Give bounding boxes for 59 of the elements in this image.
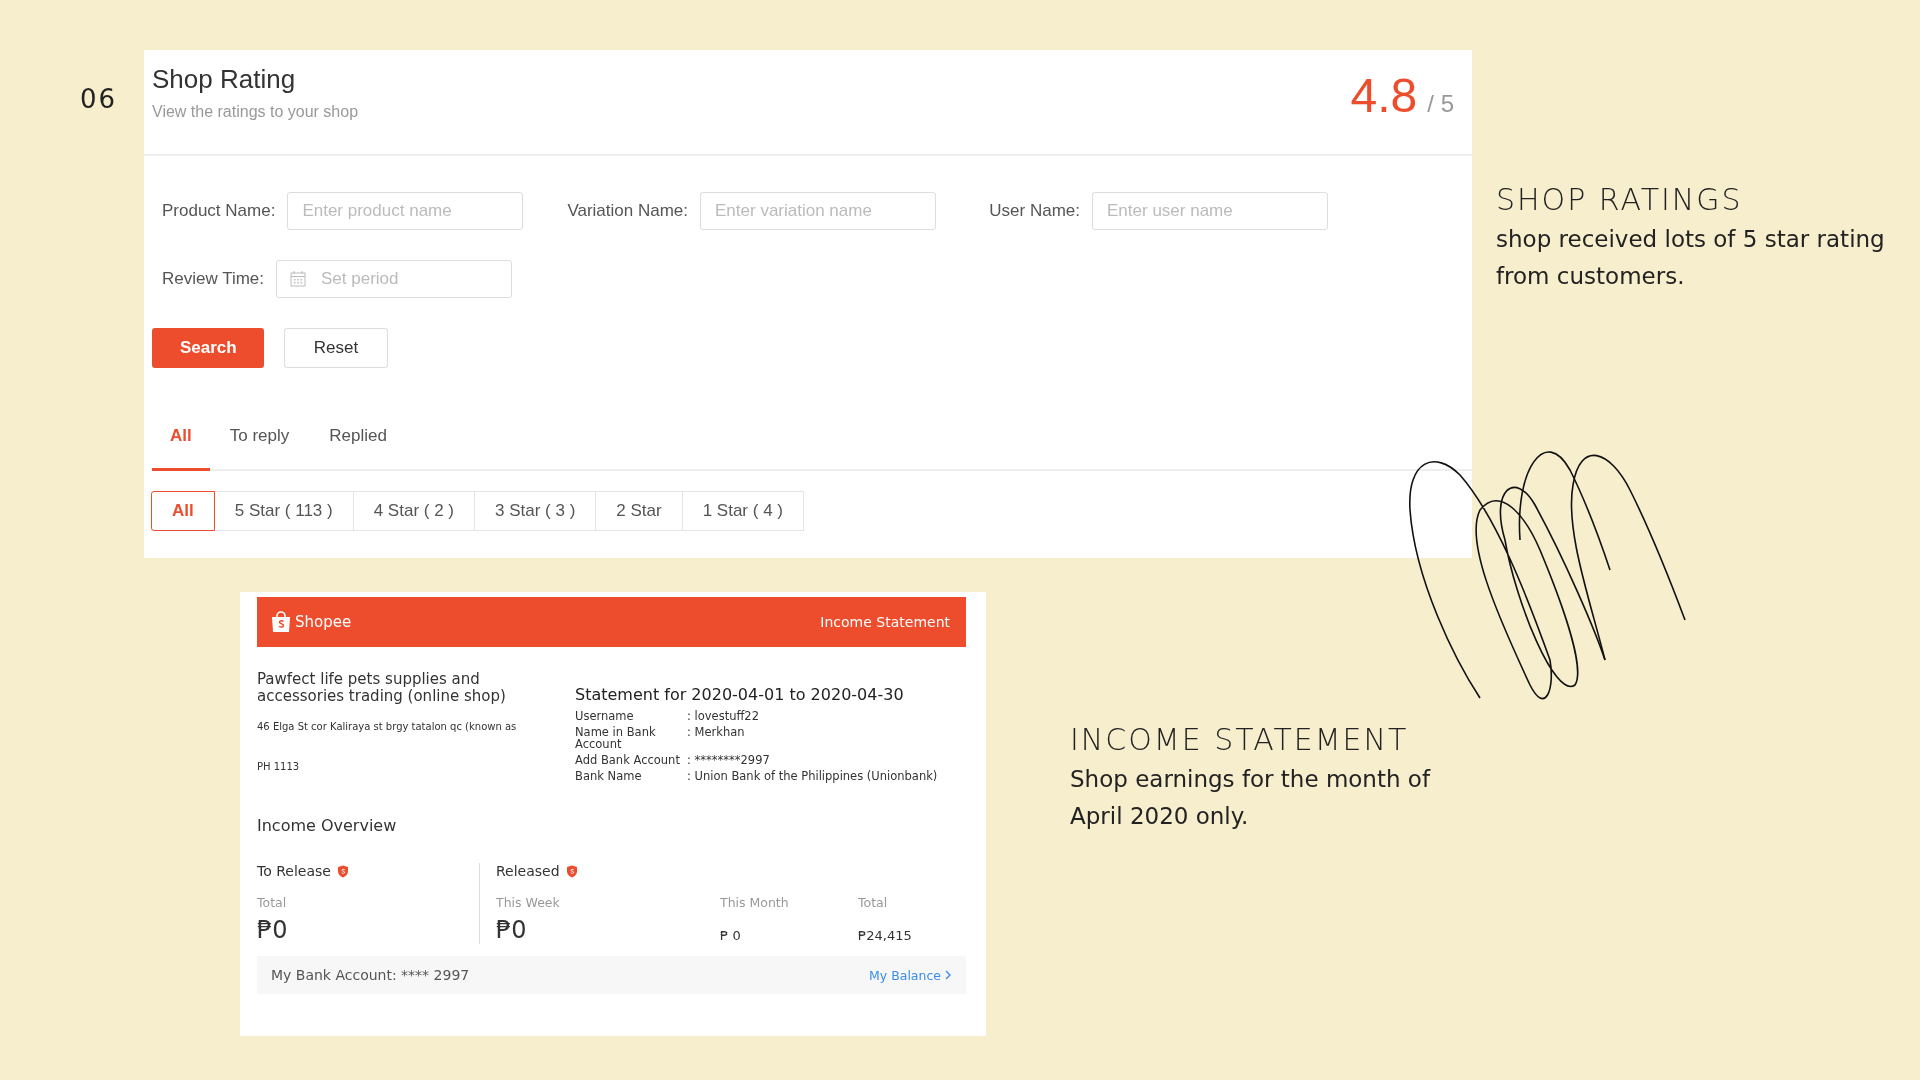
column-title: To Release	[257, 863, 331, 879]
panel-subtitle: View the ratings to your shop	[152, 103, 359, 121]
detail-label: Bank Name	[575, 770, 643, 782]
section-title: Income Overview	[257, 816, 398, 835]
tab[interactable]: To reply	[209, 426, 310, 471]
field-label: Product Name:	[162, 201, 276, 221]
date-field[interactable]: Set period	[276, 260, 513, 298]
star-filter-button[interactable]: 1 Star ( 4 )	[681, 491, 804, 531]
detail-label: Add Bank Account	[575, 754, 681, 766]
star-filter-button[interactable]: 2 Star	[595, 491, 683, 531]
address-line: 46 Elga St cor Kaliraya st brgy tatalon qc (known as	[257, 720, 518, 734]
note-title: SHOP RATINGS	[1496, 182, 1744, 217]
address-line: PH 1113	[257, 760, 301, 774]
detail-value: : Merkhan	[687, 726, 746, 741]
field-label: Review Time:	[162, 269, 265, 289]
chevron-right-icon	[945, 970, 952, 980]
amount-label: Total	[257, 895, 288, 910]
star-filter-button[interactable]: 3 Star ( 3 )	[474, 491, 597, 531]
note-text: shop received lots of 5 star rating from customers.	[1496, 225, 1886, 291]
slide-number: 06	[80, 84, 118, 114]
star-filter-button[interactable]: All	[151, 491, 215, 531]
detail-value: : ********2997	[687, 754, 771, 766]
star-filter-button[interactable]: 5 Star ( 113 )	[213, 491, 354, 531]
amount-label: Total	[858, 895, 889, 910]
bank-account-text: My Bank Account: **** 2997	[271, 967, 470, 983]
amount-value: ₱24,415	[858, 928, 913, 943]
shopping-bag-icon	[271, 611, 291, 633]
input-field[interactable]: Enter product name	[287, 192, 524, 230]
detail-label: Name in Bank Account	[575, 726, 657, 750]
search-button[interactable]: Search	[152, 328, 264, 368]
amount-value: ₱0	[257, 916, 289, 944]
tab[interactable]: All	[152, 426, 210, 471]
detail-label: Username	[575, 710, 635, 722]
amount-value: ₱ 0	[720, 928, 742, 943]
statement-title: Income Statement	[820, 614, 950, 630]
detail-value: : Union Bank of the Philippines (Unionbank)	[687, 770, 939, 782]
amount-value: ₱0	[496, 916, 528, 944]
note-text: Shop earnings for the month of April 2020 only.	[1070, 765, 1432, 831]
detail-value: : lovestuff22	[687, 710, 760, 722]
shield-icon	[336, 864, 349, 878]
note-title: INCOME STATEMENT	[1070, 722, 1410, 757]
statement-period: Statement for 2020-04-01 to 2020-04-30	[575, 685, 905, 704]
field-label: Variation Name:	[567, 201, 689, 221]
shield-icon	[565, 864, 578, 878]
reset-button[interactable]: Reset	[284, 328, 388, 368]
amount-label: This Month	[720, 895, 790, 910]
star-filter-button[interactable]: 4 Star ( 2 )	[352, 491, 475, 531]
calendar-icon	[290, 271, 307, 287]
brand-name: Shopee	[295, 613, 352, 631]
amount-label: This Week	[496, 895, 561, 910]
input-field[interactable]: Enter variation name	[700, 192, 937, 230]
tab[interactable]: Replied	[309, 426, 407, 471]
input-field[interactable]: Enter user name	[1092, 192, 1329, 230]
rating-max: / 5	[1427, 90, 1454, 118]
rating-score: 4.8	[1350, 68, 1418, 123]
panel-title: Shop Rating	[152, 64, 297, 95]
column-title: Released	[496, 863, 560, 879]
shop-name: Pawfect life pets supplies and accessories trading (online shop)	[257, 671, 507, 705]
field-label: User Name:	[988, 201, 1081, 221]
